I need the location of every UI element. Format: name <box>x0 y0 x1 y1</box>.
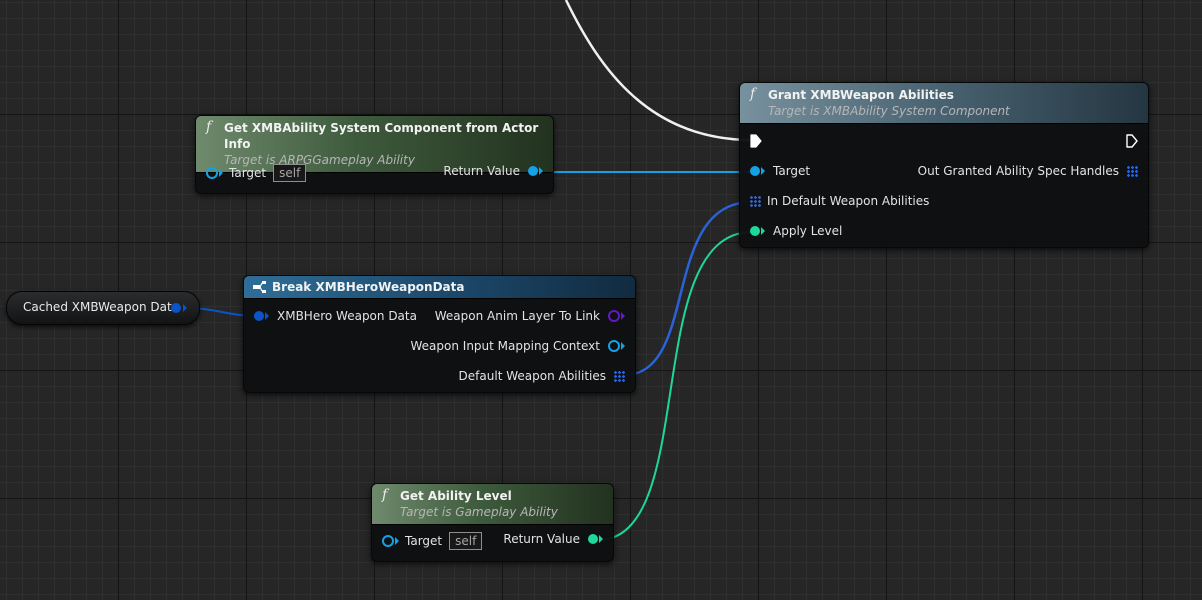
pin-arrow-icon <box>219 169 223 177</box>
node-subtitle: Target is XMBAbility System Component <box>768 104 1010 118</box>
return-value-pin[interactable] <box>528 166 538 176</box>
variable-label: Cached XMBWeapon Data <box>23 300 180 314</box>
return-value-label: Return Value <box>443 164 520 178</box>
node-header[interactable]: Break XMBHeroWeaponData <box>244 276 635 299</box>
pin-arrow-icon <box>183 304 187 312</box>
array-pin-icon[interactable] <box>614 370 625 382</box>
get-ability-level-node[interactable]: f Get Ability Level Target is Gameplay A… <box>371 483 614 562</box>
target-self-field[interactable]: self <box>449 532 483 550</box>
cached-weapon-data-variable-node[interactable]: Cached XMBWeapon Data <box>6 291 200 325</box>
node-subtitle: Target is Gameplay Ability <box>400 505 558 519</box>
pin-arrow-icon <box>621 342 625 350</box>
function-f-icon: f <box>206 119 212 135</box>
exec-in-pin-icon[interactable] <box>750 134 762 148</box>
target-pin[interactable] <box>382 535 394 547</box>
target-label: Target <box>773 164 811 178</box>
target-self-field[interactable]: self <box>273 164 307 182</box>
array-pin-icon[interactable] <box>1127 165 1138 177</box>
target-label: Target <box>229 166 267 180</box>
grant-weapon-abilities-node[interactable]: f Grant XMBWeapon Abilities Target is XM… <box>739 82 1149 248</box>
node-title: Grant XMBWeapon Abilities <box>768 88 954 102</box>
return-value-pin[interactable] <box>588 534 598 544</box>
target-pin[interactable] <box>750 166 760 176</box>
apply-level-label: Apply Level <box>773 224 843 238</box>
pin-arrow-icon <box>539 167 543 175</box>
in-default-abilities-label: In Default Weapon Abilities <box>767 194 930 208</box>
input-mapping-pin[interactable] <box>608 340 620 352</box>
exec-wire[interactable] <box>564 0 753 142</box>
pin-arrow-icon <box>761 227 765 235</box>
function-f-icon: f <box>750 86 756 102</box>
target-label: Target <box>405 534 443 548</box>
pin-arrow-icon <box>761 167 765 175</box>
get-asc-node[interactable]: f Get XMBAbility System Component from A… <box>195 115 554 194</box>
pin-arrow-icon <box>395 537 399 545</box>
target-pin[interactable] <box>206 167 218 179</box>
default-abilities-wire[interactable] <box>623 200 753 377</box>
default-abilities-label: Default Weapon Abilities <box>458 369 606 383</box>
break-struct-icon <box>253 281 266 293</box>
pin-arrow-icon <box>599 535 603 543</box>
pin-arrow-icon <box>265 312 269 320</box>
weapon-data-input-pin[interactable] <box>254 311 264 321</box>
exec-out-pin-icon[interactable] <box>1126 134 1138 148</box>
node-title: Get Ability Level <box>400 489 512 503</box>
out-handles-label: Out Granted Ability Spec Handles <box>917 164 1119 178</box>
input-mapping-label: Weapon Input Mapping Context <box>410 339 601 353</box>
array-pin-icon[interactable] <box>750 195 761 207</box>
anim-layer-pin[interactable] <box>608 310 620 322</box>
node-title: Break XMBHeroWeaponData <box>272 280 465 294</box>
pin-arrow-icon <box>621 312 625 320</box>
node-title: Get XMBAbility System Component from Act… <box>224 121 539 151</box>
hero-weapon-data-label: XMBHero Weapon Data <box>277 309 417 323</box>
function-f-icon: f <box>382 487 388 503</box>
variable-output-pin[interactable] <box>171 303 181 313</box>
break-hero-weapon-data-node[interactable]: Break XMBHeroWeaponData XMBHero Weapon D… <box>243 275 636 393</box>
node-header[interactable]: f Grant XMBWeapon Abilities Target is XM… <box>740 83 1148 124</box>
apply-level-pin[interactable] <box>750 226 760 236</box>
return-value-label: Return Value <box>503 532 580 546</box>
node-header[interactable]: f Get Ability Level Target is Gameplay A… <box>372 484 613 525</box>
anim-layer-label: Weapon Anim Layer To Link <box>434 309 600 323</box>
